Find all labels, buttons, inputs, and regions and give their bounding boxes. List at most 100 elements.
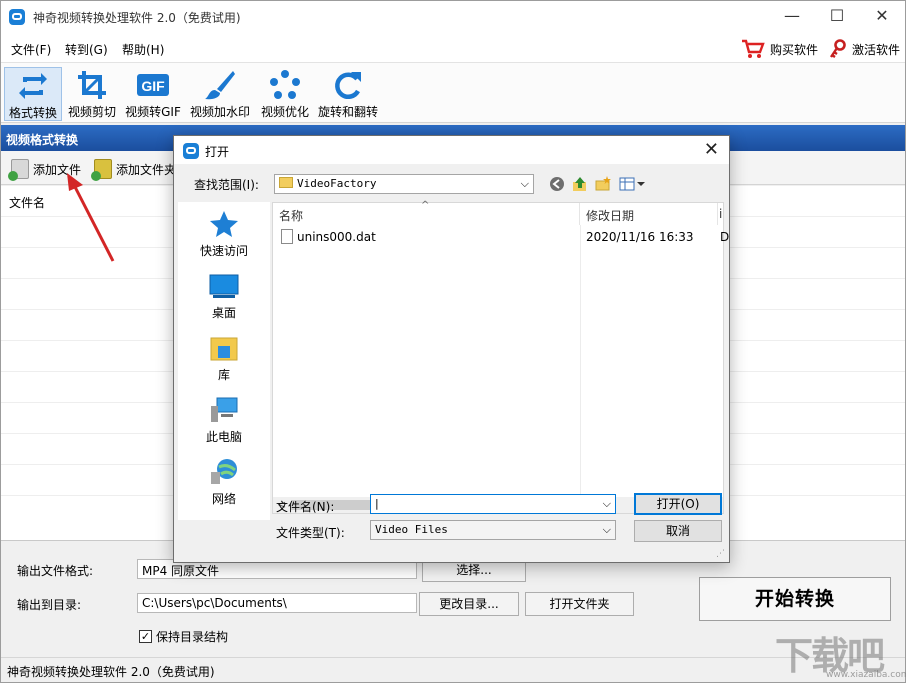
checkbox-box[interactable]: ✓ [139, 630, 152, 643]
tool-label: 格式转换 [8, 106, 57, 120]
annotation-arrow [67, 173, 115, 262]
folder-icon [279, 177, 293, 188]
brush-icon [205, 71, 235, 100]
menu-help[interactable]: 帮助(H) [122, 41, 164, 58]
title-bar: 神奇视频转换处理软件 2.0（免费试用) — ☐ ✕ [1, 1, 905, 33]
open-file-dialog: 打开 ✕ 查找范围(I): VideoFactory ⌵ 快速访问 桌面 库 此… [173, 135, 730, 563]
maximize-button[interactable]: ☐ [814, 1, 860, 33]
look-in-value: VideoFactory [297, 177, 377, 190]
output-dir-label: 输出到目录: [17, 598, 82, 612]
tool-video-cut[interactable]: 视频剪切 [64, 67, 120, 121]
convert-icon [19, 73, 47, 99]
minimize-button[interactable]: — [769, 1, 815, 33]
filename-label: 文件名(N): [276, 500, 335, 514]
dialog-title-bar: 打开 ✕ [174, 136, 729, 164]
crop-icon [78, 71, 106, 99]
open-folder-button[interactable]: 打开文件夹 [525, 592, 634, 616]
column-type[interactable]: i [718, 203, 725, 225]
look-in-combo[interactable]: VideoFactory ⌵ [274, 174, 534, 194]
rotate-icon [335, 72, 361, 99]
place-this-pc[interactable]: 此电脑 [178, 396, 270, 445]
places-bar: 快速访问 桌面 库 此电脑 网络 [178, 202, 270, 520]
tool-label: 视频剪切 [67, 105, 116, 119]
tool-video-to-gif[interactable]: GIF 视频转GIF [123, 67, 183, 121]
activate-software-link[interactable]: 激活软件 [829, 39, 900, 59]
gif-icon-text: GIF [141, 78, 165, 94]
filetype-label: 文件类型(T): [276, 526, 345, 540]
app-icon [9, 9, 25, 25]
library-icon [210, 337, 238, 361]
change-dir-button[interactable]: 更改目录... [419, 592, 519, 616]
tool-format-convert[interactable]: 格式转换 [4, 67, 62, 121]
dialog-title: 打开 [205, 145, 230, 159]
keep-structure-checkbox[interactable]: ✓ 保持目录结构 [139, 628, 228, 645]
tool-label: 视频优化 [260, 105, 309, 119]
buy-software-link[interactable]: 购买软件 [741, 39, 818, 59]
place-desktop[interactable]: 桌面 [178, 272, 270, 321]
optimize-icon [270, 70, 300, 99]
place-label: 网络 [211, 492, 236, 506]
place-label: 此电脑 [205, 430, 242, 444]
column-date[interactable]: 修改日期 [580, 203, 718, 225]
filetype-select[interactable]: Video Files ⌵ [370, 520, 616, 540]
chevron-down-icon: ⌵ [602, 523, 611, 536]
chevron-down-icon: ⌵ [602, 497, 611, 510]
place-label: 桌面 [211, 306, 236, 320]
main-toolbar: 格式转换 视频剪切 GIF 视频转GIF 视频加水印 视频优化 旋转和翻转 [1, 63, 905, 123]
file-icon [281, 229, 293, 244]
place-library[interactable]: 库 [178, 334, 270, 383]
place-label: 快速访问 [199, 244, 248, 258]
sort-up-icon: ^ [421, 200, 430, 211]
status-bar: 神奇视频转换处理软件 2.0（免费试用) [1, 657, 905, 682]
tool-rotate-flip[interactable]: 旋转和翻转 [316, 67, 380, 121]
filetype-value: Video Files [375, 523, 448, 536]
output-dir-field[interactable]: C:\Users\pc\Documents\ [137, 593, 417, 613]
file-type: D [720, 230, 730, 244]
star-icon [210, 211, 238, 237]
place-quick-access[interactable]: 快速访问 [178, 210, 270, 259]
add-file-icon [8, 159, 29, 181]
chevron-down-icon: ⌵ [520, 177, 529, 190]
back-icon[interactable] [548, 176, 566, 194]
activate-software-label: 激活软件 [852, 42, 901, 57]
file-pane[interactable]: 名称 ^ 修改日期 i unins000.dat 2020/11/16 16:3… [272, 200, 729, 514]
window-title: 神奇视频转换处理软件 2.0（免费试用) [33, 11, 241, 25]
network-icon [211, 459, 237, 484]
column-name[interactable]: 名称 ^ [273, 200, 580, 225]
menu-goto[interactable]: 转到(G) [65, 41, 108, 58]
start-convert-button[interactable]: 开始转换 [699, 577, 891, 621]
tool-label: 旋转和翻转 [317, 105, 378, 119]
menu-file[interactable]: 文件(F) [11, 41, 51, 58]
tool-video-watermark[interactable]: 视频加水印 [187, 67, 253, 121]
new-folder-icon[interactable] [594, 176, 612, 194]
look-in-label: 查找范围(I): [194, 178, 259, 192]
tool-label: 视频转GIF [125, 105, 181, 119]
key-icon [830, 39, 846, 58]
resize-grip-icon[interactable]: ⋰ [716, 549, 725, 559]
output-format-label: 输出文件格式: [17, 564, 94, 578]
dialog-body: 查找范围(I): VideoFactory ⌵ 快速访问 桌面 库 此电脑 网络… [174, 164, 729, 562]
place-label: 库 [217, 368, 230, 382]
filename-input[interactable]: | ⌵ [370, 494, 616, 514]
up-folder-icon[interactable] [571, 176, 589, 194]
cancel-button[interactable]: 取消 [634, 520, 722, 542]
column-name-label: 名称 [279, 209, 304, 223]
dialog-app-icon [183, 143, 199, 159]
computer-icon [211, 397, 238, 422]
tool-video-optimize[interactable]: 视频优化 [257, 67, 313, 121]
file-name: unins000.dat [297, 229, 376, 244]
open-button[interactable]: 打开(O) [634, 493, 722, 515]
view-menu-icon[interactable] [619, 176, 645, 194]
cart-icon [742, 39, 765, 58]
gif-icon: GIF [137, 74, 169, 96]
buy-software-label: 购买软件 [770, 42, 819, 57]
column-header-filename[interactable]: 文件名 [9, 194, 45, 211]
place-network[interactable]: 网络 [178, 458, 270, 507]
keep-structure-label: 保持目录结构 [156, 630, 229, 644]
dialog-close-button[interactable]: ✕ [704, 139, 719, 160]
tool-label: 视频加水印 [189, 105, 250, 119]
desktop-icon [209, 274, 239, 298]
close-button[interactable]: ✕ [859, 1, 905, 33]
file-row[interactable]: unins000.dat [281, 229, 376, 244]
file-date: 2020/11/16 16:33 [586, 230, 694, 244]
